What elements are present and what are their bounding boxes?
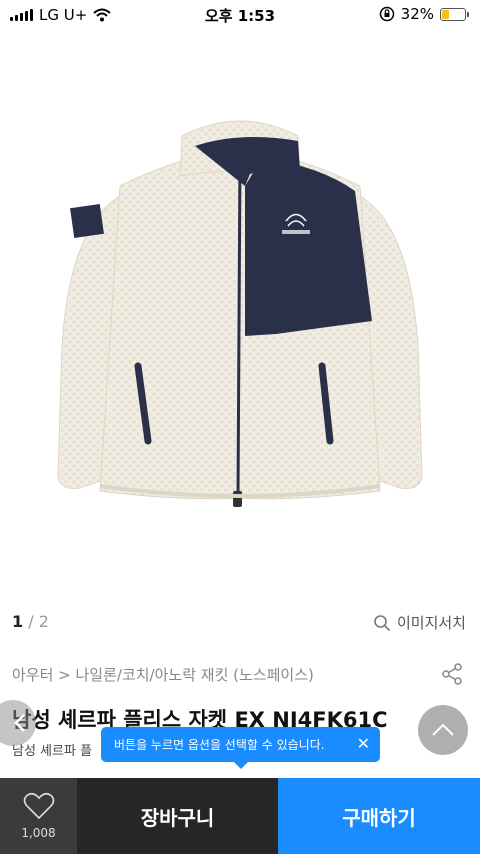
image-pager: 1 / 2 bbox=[12, 612, 49, 631]
like-count: 1,008 bbox=[21, 826, 56, 840]
tooltip-text: 버튼을 누르면 옵션을 선택할 수 있습니다. bbox=[114, 738, 325, 752]
image-search-label: 이미지서치 bbox=[396, 614, 466, 632]
image-search-button[interactable]: 이미지서치 bbox=[373, 612, 466, 633]
buy-button[interactable]: 구매하기 bbox=[278, 778, 480, 854]
status-bar: LG U+ 오후 1:53 32% bbox=[0, 0, 480, 30]
product-image[interactable] bbox=[0, 96, 480, 536]
close-icon[interactable]: ✕ bbox=[357, 735, 370, 753]
share-icon[interactable] bbox=[440, 662, 464, 686]
chevron-left-icon bbox=[14, 714, 25, 732]
pager-total: 2 bbox=[38, 612, 49, 631]
pager-current: 1 bbox=[12, 612, 24, 631]
search-icon bbox=[374, 614, 390, 631]
pager-separator: / bbox=[23, 612, 39, 631]
status-right: 32% bbox=[379, 5, 469, 23]
option-tooltip: 버튼을 누르면 옵션을 선택할 수 있습니다. ✕ bbox=[101, 727, 380, 769]
chevron-up-icon bbox=[432, 723, 454, 736]
breadcrumb[interactable]: 아우터 > 나일론/코치/아노락 재킷 (노스페이스) bbox=[12, 664, 314, 685]
heart-icon bbox=[23, 792, 54, 820]
cart-button[interactable]: 장바구니 bbox=[77, 778, 278, 854]
rotation-lock-icon bbox=[379, 6, 394, 22]
bottom-action-bar: 1,008 장바구니 구매하기 bbox=[0, 778, 480, 854]
scroll-top-button[interactable] bbox=[418, 705, 468, 755]
battery-icon bbox=[440, 7, 469, 21]
battery-percent: 32% bbox=[400, 5, 434, 23]
like-button[interactable]: 1,008 bbox=[0, 778, 77, 854]
